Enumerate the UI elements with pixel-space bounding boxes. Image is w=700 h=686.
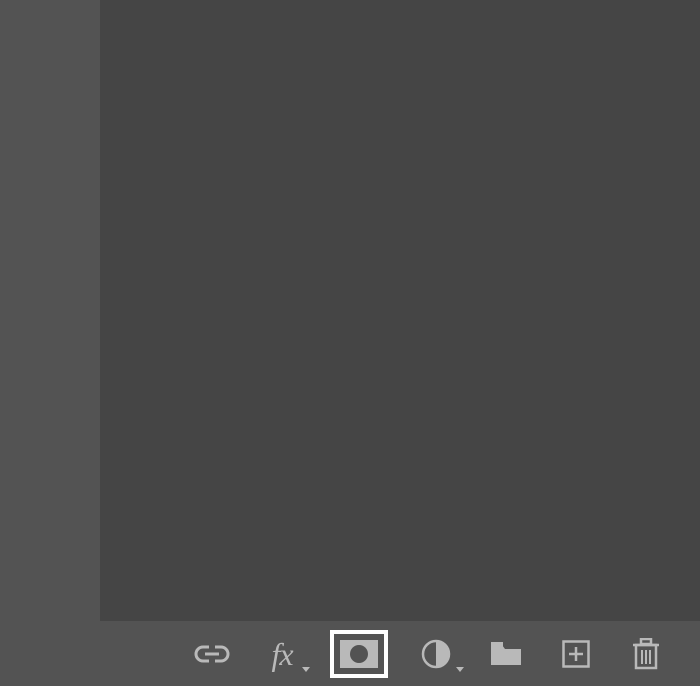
link-icon	[194, 644, 230, 664]
layers-panel-fragment: fx	[0, 0, 700, 686]
adjustment-icon	[421, 639, 451, 669]
dropdown-caret-icon	[302, 667, 310, 672]
footer-toolbar: fx	[190, 621, 668, 686]
delete-layer-button[interactable]	[624, 632, 668, 676]
folder-icon	[490, 641, 522, 667]
left-gutter	[0, 0, 96, 686]
layers-panel-footer: fx	[0, 621, 700, 686]
mask-icon	[340, 640, 378, 668]
link-layers-button[interactable]	[190, 632, 234, 676]
add-layer-mask-button[interactable]	[330, 630, 388, 678]
fx-icon: fx	[271, 638, 292, 670]
adjustment-layer-button[interactable]	[414, 632, 458, 676]
dropdown-caret-icon	[456, 667, 464, 672]
new-layer-button[interactable]	[554, 632, 598, 676]
new-group-button[interactable]	[484, 632, 528, 676]
trash-icon	[633, 638, 659, 670]
new-layer-icon	[562, 640, 590, 668]
layers-list-area[interactable]	[100, 0, 700, 621]
left-gutter-inner	[4, 0, 92, 623]
layer-style-button[interactable]: fx	[260, 632, 304, 676]
